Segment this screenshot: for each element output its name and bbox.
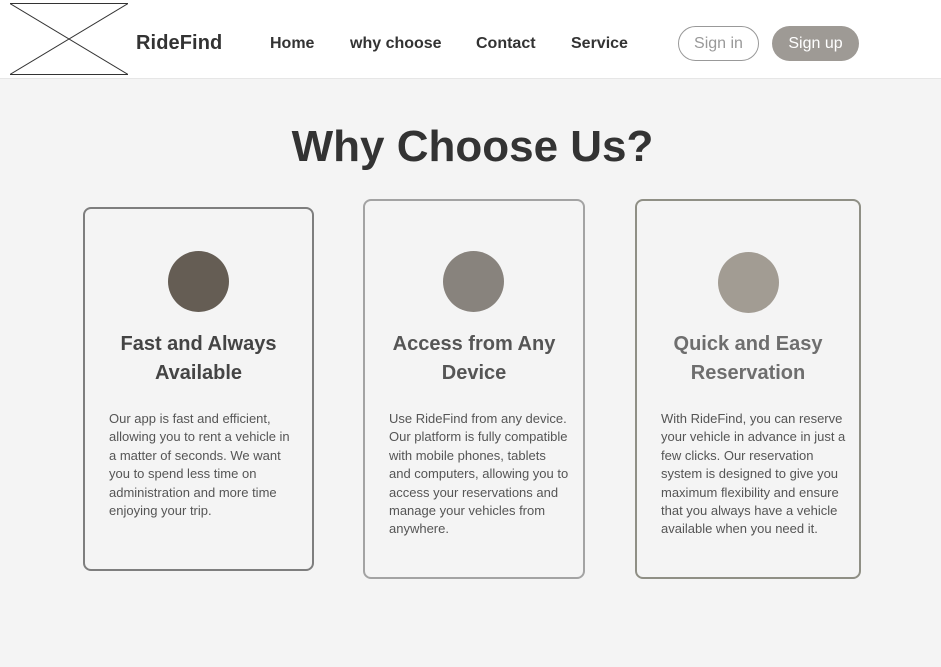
feature-card-text: Our app is fast and efficient, allowing … [109,411,290,519]
feature-circle-icon [718,252,779,313]
feature-card-text: Use RideFind from any device. Our platfo… [389,411,569,537]
top-navbar: RideFind Home why choose Contact Service… [0,0,941,79]
feature-card-fast: Fast and Always Available Our app is fas… [83,207,314,571]
page-title: Why Choose Us? [291,122,654,171]
feature-card-title-line2: Reservation [690,362,806,384]
nav-service[interactable]: Service [571,35,628,53]
feature-card-title-line1: Access from Any [392,333,556,355]
logo-placeholder-icon[interactable] [10,3,128,75]
feature-card-title-line2: Available [154,362,243,384]
feature-card-title-line2: Device [441,362,507,384]
feature-card-title: Access from Any Device [365,330,583,388]
nav-why-choose[interactable]: why choose [350,35,442,53]
feature-card-title-line1: Fast and Always [120,333,277,355]
nav-home[interactable]: Home [270,35,314,53]
feature-card-title-line1: Quick and Easy [673,333,823,355]
sign-up-button[interactable]: Sign up [772,26,859,61]
feature-card-title: Quick and Easy Reservation [637,330,859,388]
feature-circle-icon [443,251,504,312]
feature-card-text: With RideFind, you can reserve your vehi… [661,411,846,537]
nav-contact[interactable]: Contact [476,35,536,53]
brand-name[interactable]: RideFind [136,32,222,55]
feature-circle-icon [168,251,229,312]
feature-card-title: Fast and Always Available [85,330,312,388]
feature-card-reservation: Quick and Easy Reservation With RideFind… [635,199,861,579]
sign-in-button[interactable]: Sign in [678,26,759,61]
feature-card-access: Access from Any Device Use RideFind from… [363,199,585,579]
